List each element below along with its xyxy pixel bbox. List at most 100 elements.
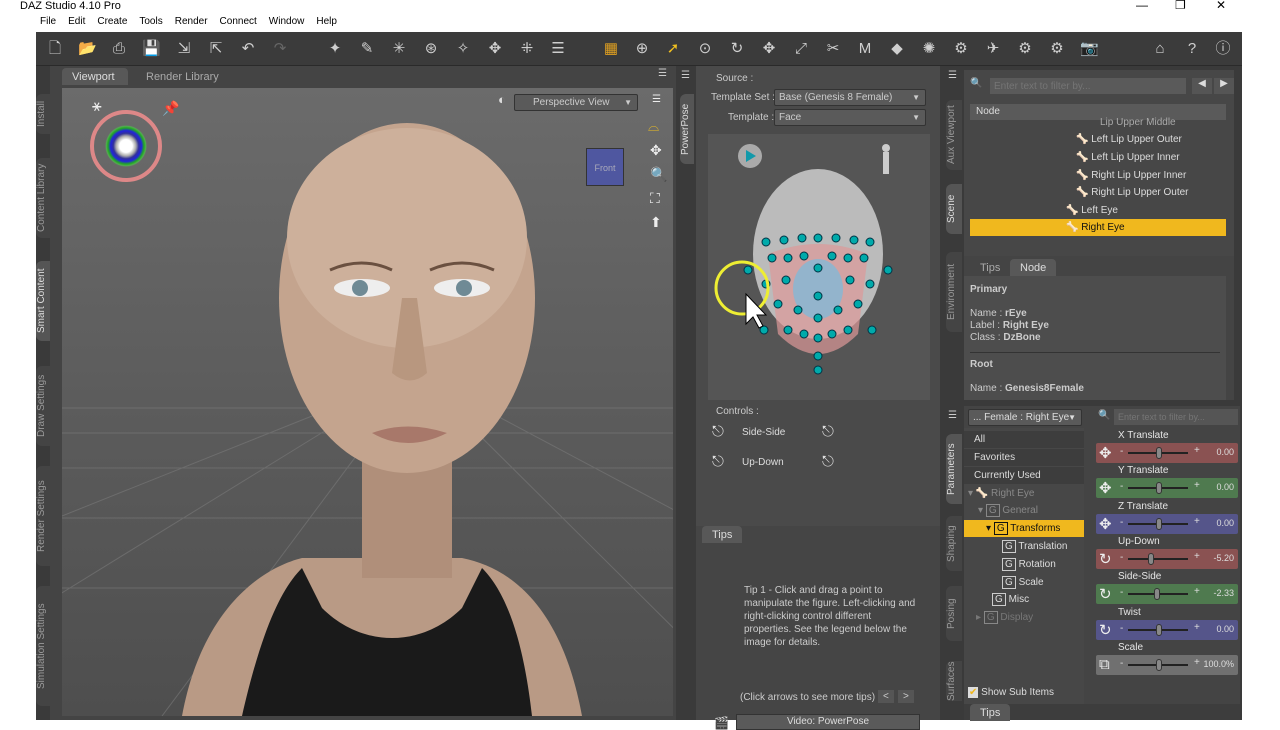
prev-tip-button[interactable]: < [878,690,894,703]
menu-edit[interactable]: Edit [68,16,85,32]
parameter-twist[interactable]: Twist ↻ - +0.00 [1096,607,1238,641]
panel-menu-icon[interactable]: ☰ [681,70,690,81]
decrement-button[interactable]: - [1120,587,1123,598]
parameter-slider[interactable]: ✥ - +0.00 [1096,478,1238,499]
merge-icon[interactable]: ⎙ [110,40,128,58]
universal-tool-icon[interactable]: ⊕ [633,40,651,58]
category-favorites[interactable]: Favorites [964,449,1084,466]
export-icon[interactable]: ⇱ [207,40,225,58]
tab-tips[interactable]: Tips [970,259,1010,276]
tree-transforms[interactable]: ▾ G Transforms [964,520,1084,537]
panel-menu-icon[interactable]: ☰ [658,68,667,79]
tab-render-settings[interactable]: Render Settings [36,466,50,566]
show-sub-items-checkbox[interactable]: ✔ Show Sub Items [964,684,1054,701]
powerpose-face-map[interactable] [708,134,930,400]
increment-button[interactable]: + [1194,516,1200,527]
powerpose-icon[interactable]: ⊙ [696,40,714,58]
parameter-value[interactable]: -2.33 [1213,588,1234,598]
parameter-value[interactable]: 0.00 [1216,447,1234,457]
panel-menu-icon[interactable]: ☰ [948,70,957,81]
increment-button[interactable]: + [1194,622,1200,633]
tab-viewport[interactable]: Viewport [62,68,128,85]
tab-environment[interactable]: Environment [946,252,962,332]
forward-arrow-button[interactable]: ▶ [1214,78,1234,94]
parameter-side-side[interactable]: Side-Side ↻ - + -2.33 [1096,571,1238,605]
increment-button[interactable]: + [1194,445,1200,456]
parameter-value[interactable]: -5.20 [1213,553,1234,563]
spot-render-icon[interactable]: ✂ [824,40,842,58]
category-all[interactable]: All [964,431,1084,448]
parameter-filter-input[interactable] [1114,409,1238,425]
menu-file[interactable]: File [40,16,56,32]
tree-scale[interactable]: G Scale [964,574,1044,591]
render-settings-icon[interactable]: ⚙ [952,40,970,58]
parameter-y-translate[interactable]: Y Translate ✥ - +0.00 [1096,465,1238,499]
slider-knob[interactable] [1156,517,1162,530]
increment-button[interactable]: + [1194,551,1200,562]
whats-this-icon[interactable]: ⓘ [1214,40,1232,58]
menu-connect[interactable]: Connect [220,16,257,32]
parameter-scale[interactable]: Scale ⧉ - +100.0% [1096,642,1238,676]
parameter-value[interactable]: 0.00 [1216,624,1234,634]
reset-view-icon[interactable]: ⬆ [650,214,662,231]
slider-knob[interactable] [1154,588,1161,601]
face-control-points[interactable] [708,134,930,400]
parameter-slider[interactable]: ↻ - + -5.20 [1096,548,1238,569]
tab-smart-content[interactable]: Smart Content [36,261,50,341]
tab-aux-viewport[interactable]: Aux Viewport [946,100,962,170]
camera-icon[interactable]: 📷 [1080,40,1099,58]
geometry-editor-icon[interactable]: M [856,40,874,58]
camera-orbit-control[interactable] [90,110,162,182]
decrement-button[interactable]: - [1120,446,1123,457]
tree-display[interactable]: ▸ G Display [964,609,1033,626]
render-gear-icon[interactable]: ⚙ [1048,40,1066,58]
parameter-slider[interactable]: ↻ - + -2.33 [1096,584,1238,605]
tab-simulation-settings[interactable]: Simulation Settings [36,586,50,706]
pan-icon[interactable]: ✥ [650,142,662,159]
zoom-icon[interactable]: 🔍 [650,166,667,183]
parameter-slider[interactable]: ✥ - +0.00 [1096,443,1238,463]
slider-track[interactable] [1128,557,1188,560]
slider-knob[interactable] [1156,623,1162,636]
tab-powerpose[interactable]: PowerPose [680,94,694,164]
slider-knob[interactable] [1156,658,1162,671]
region-select-icon[interactable]: ▦ [602,40,620,58]
slider-knob[interactable] [1147,552,1154,565]
tab-surfaces[interactable]: Surfaces [946,661,962,701]
transform-tool-icon[interactable]: ✥ [486,40,504,58]
video-powerpose-button[interactable]: Video: PowerPose [736,714,920,730]
pin-icon[interactable]: 📌 [162,100,179,117]
node-column-header[interactable]: Node [970,104,1226,120]
render-preview-icon[interactable]: ◐ [498,92,506,107]
tree-node[interactable]: 🦴 Left Lip Upper Outer [1076,131,1182,148]
undo-icon[interactable]: ↶ [239,40,257,58]
decrement-button[interactable]: - [1120,481,1123,492]
node-align-icon[interactable]: ⁜ [518,40,536,58]
surface-selection-icon[interactable]: ◆ [888,40,906,58]
tree-translation[interactable]: G Translation [964,538,1068,555]
maximize-button[interactable]: ❐ [1175,0,1186,12]
node-selector-dropdown[interactable]: ... Female : Right Eye [968,409,1082,426]
view-cube[interactable]: Front [586,148,624,186]
next-tip-button[interactable]: > [898,690,914,703]
tab-install[interactable]: Install [36,94,50,134]
tab-parameters[interactable]: Parameters [946,434,962,504]
decrement-button[interactable]: - [1120,552,1123,563]
viewport-menu-icon[interactable]: ☰ [652,94,661,105]
template-dropdown[interactable]: Face [774,109,926,126]
tab-tips[interactable]: Tips [702,526,743,543]
node-selection-icon[interactable]: ➚ [664,40,682,58]
tree-node[interactable]: 🦴 Right Lip Upper Outer [1076,184,1189,201]
close-button[interactable]: ✕ [1216,0,1226,12]
tab-content-library[interactable]: Content Library [36,158,50,238]
tree-rotation[interactable]: G Rotation [964,556,1056,573]
tab-render-library[interactable]: Render Library [136,68,229,85]
tree-general[interactable]: ▾ G General [964,502,1038,519]
rotate-tool-icon[interactable]: ⊛ [422,40,440,58]
active-pose-icon[interactable]: ✺ [920,40,938,58]
home-icon[interactable]: ⌂ [1151,40,1169,58]
menu-render[interactable]: Render [175,16,208,32]
tab-node[interactable]: Node [1010,259,1057,276]
parameter-up-down[interactable]: Up-Down ↻ - + -5.20 [1096,536,1238,570]
3d-viewport[interactable]: ⚹ 📌 Front ◐ Perspective View ☰ ⌓ ✥ 🔍 ⛶ ⬆ [62,88,673,716]
